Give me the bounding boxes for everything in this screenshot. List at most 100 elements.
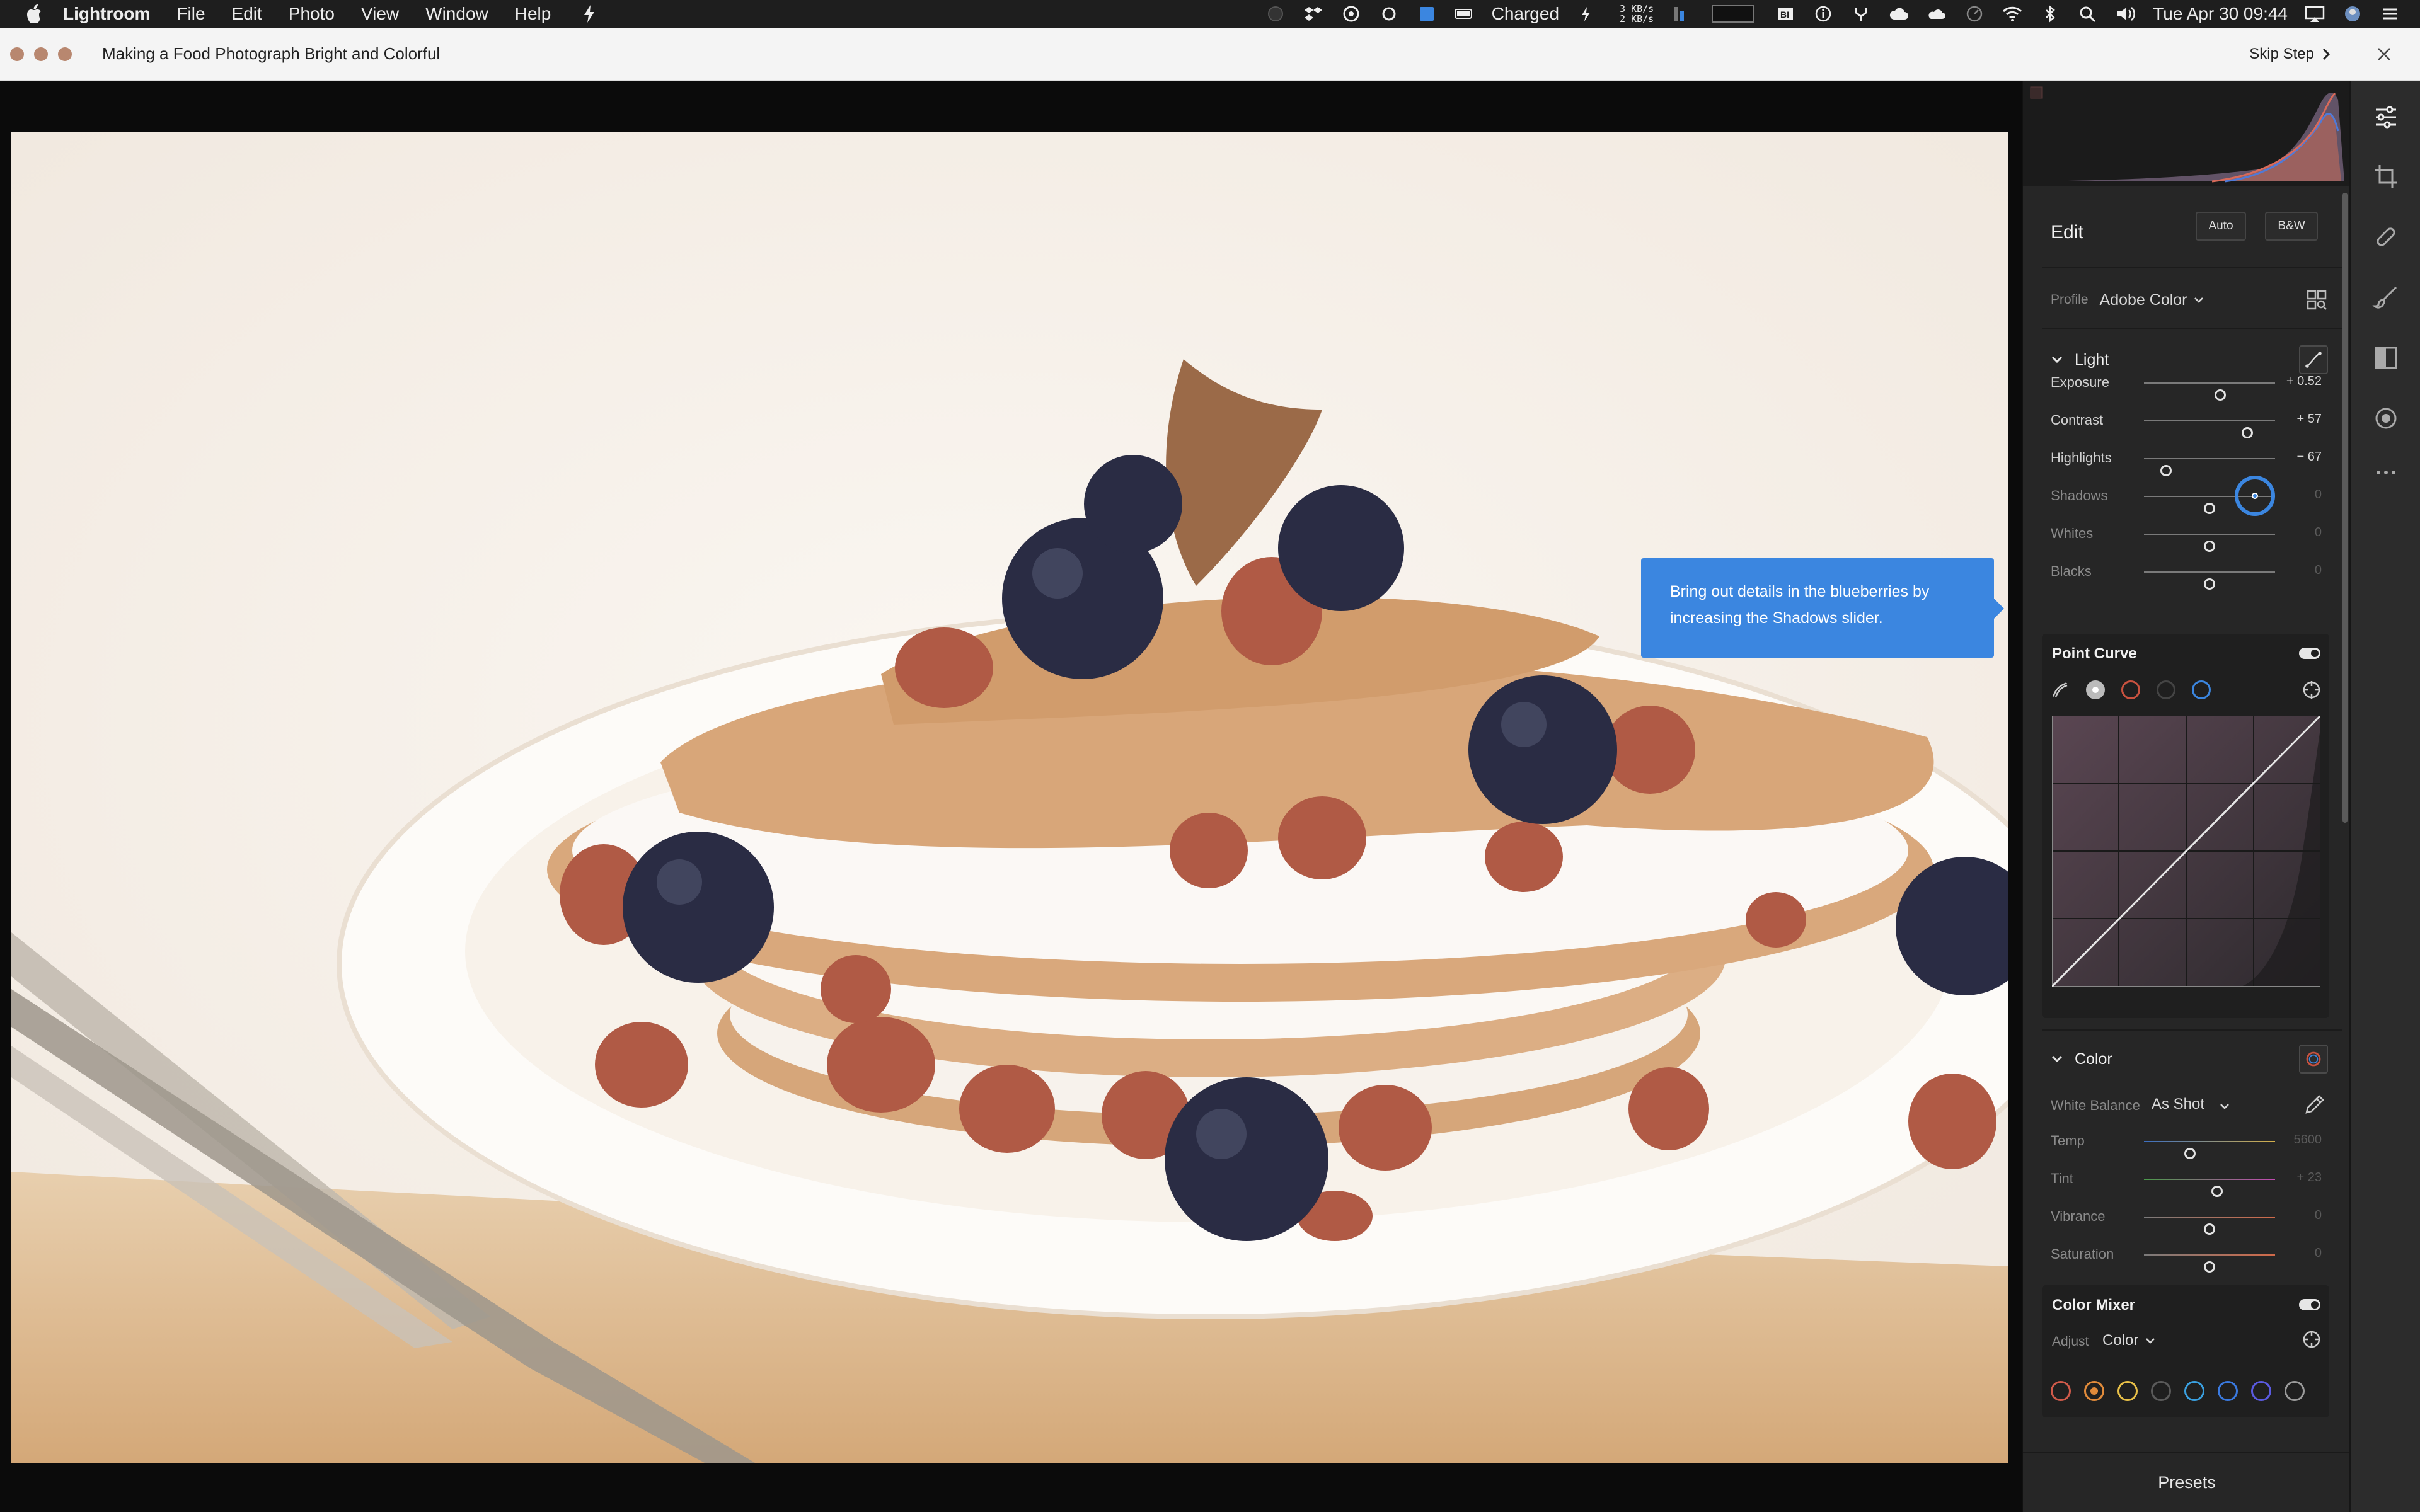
healing-tool[interactable] (2372, 223, 2400, 251)
slider-value[interactable]: 0 (2271, 525, 2322, 540)
slider-track[interactable] (2144, 1141, 2275, 1159)
linear-gradient-tool[interactable] (2372, 344, 2400, 372)
slider-knob[interactable] (2160, 465, 2172, 476)
color-section-header[interactable]: Color (2051, 1043, 2328, 1075)
point-curve-toggle[interactable] (2299, 648, 2320, 659)
food-photo[interactable] (11, 132, 2008, 1463)
battery-icon[interactable] (1454, 4, 1475, 23)
wifi-icon[interactable] (2002, 4, 2023, 23)
color-swatch[interactable] (2051, 1381, 2071, 1401)
slider-track[interactable] (2144, 382, 2275, 401)
panel-scrollbar[interactable] (2341, 186, 2349, 1383)
chevron-down-icon[interactable] (2220, 1102, 2230, 1110)
notification-center-icon[interactable] (2380, 4, 2401, 23)
search-icon[interactable] (2077, 4, 2099, 23)
highlights-slider[interactable]: Highlights − 67 (2051, 446, 2328, 476)
menu-photo[interactable]: Photo (289, 4, 335, 24)
chevron-down-icon[interactable] (2194, 296, 2204, 304)
edit-tool[interactable] (2372, 103, 2400, 131)
menu-app-name[interactable]: Lightroom (63, 4, 150, 24)
radial-gradient-tool[interactable] (2372, 404, 2400, 432)
point-curve-graph[interactable] (2051, 714, 2322, 988)
creative-cloud-icon[interactable] (1340, 4, 1362, 23)
saturation-slider[interactable]: Saturation 0 (2051, 1242, 2328, 1273)
record-icon[interactable] (1265, 4, 1286, 23)
slider-value[interactable]: + 23 (2271, 1171, 2322, 1185)
airplay-icon[interactable] (2304, 4, 2325, 23)
green-channel-button[interactable] (2157, 680, 2175, 699)
slider-knob[interactable] (2204, 1261, 2215, 1273)
window-zoom-dot[interactable] (58, 47, 72, 61)
adjust-dropdown[interactable]: Color (2102, 1332, 2138, 1349)
slider-track[interactable] (2144, 534, 2275, 552)
volume-icon[interactable] (2115, 4, 2136, 23)
tint-slider[interactable]: Tint + 23 (2051, 1167, 2328, 1197)
crop-tool[interactable] (2372, 163, 2400, 190)
window-minimize-dot[interactable] (34, 47, 48, 61)
slider-value[interactable]: 0 (2271, 563, 2322, 578)
blue-channel-button[interactable] (2192, 680, 2211, 699)
color-grading-button[interactable] (2299, 1045, 2328, 1074)
sync-icon[interactable] (1378, 4, 1400, 23)
menu-window[interactable]: Window (425, 4, 488, 24)
color-mixer-toggle[interactable] (2299, 1299, 2320, 1310)
gauge-icon[interactable] (1964, 4, 1985, 23)
battery-status[interactable]: Charged (1492, 4, 1559, 24)
shadows-slider[interactable]: Shadows 0 (2051, 476, 2328, 516)
profile-browser-icon[interactable] (2305, 289, 2328, 311)
eyedropper-icon[interactable] (2304, 1094, 2325, 1115)
color-swatch[interactable] (2218, 1381, 2238, 1401)
slider-track[interactable] (2144, 1254, 2275, 1273)
photo-canvas[interactable]: Bring out details in the blueberries by … (0, 81, 2022, 1512)
color-swatch[interactable] (2151, 1381, 2171, 1401)
user-avatar-icon[interactable] (2342, 4, 2363, 23)
slider-knob[interactable] (2184, 1148, 2196, 1159)
temp-slider[interactable]: Temp 5600 (2051, 1129, 2328, 1159)
profile-dropdown[interactable]: Adobe Color (2100, 291, 2187, 309)
dropbox-icon[interactable] (1303, 4, 1324, 23)
slider-knob[interactable] (2204, 503, 2215, 514)
slider-value[interactable]: − 67 (2271, 450, 2322, 464)
contrast-slider[interactable]: Contrast + 57 (2051, 408, 2328, 438)
menu-file[interactable]: File (176, 4, 205, 24)
slider-knob[interactable] (2211, 1186, 2223, 1197)
network-monitor[interactable]: 3 KB/s 2 KB/s (1620, 4, 1654, 24)
slider-track[interactable] (2144, 476, 2275, 516)
brush-tool[interactable] (2372, 284, 2400, 311)
parametric-curve-icon[interactable] (2051, 680, 2070, 699)
menu-view[interactable]: View (361, 4, 399, 24)
slider-knob[interactable] (2204, 1223, 2215, 1235)
rgb-channel-button[interactable] (2086, 680, 2105, 699)
white-balance-dropdown[interactable]: As Shot (2152, 1096, 2204, 1113)
blacks-slider[interactable]: Blacks 0 (2051, 559, 2328, 590)
skip-step-button[interactable]: Skip Step (2249, 45, 2331, 63)
bw-button[interactable]: B&W (2265, 212, 2318, 241)
info-icon[interactable] (1812, 4, 1834, 23)
slider-knob[interactable] (2242, 427, 2254, 438)
clock[interactable]: Tue Apr 30 09:44 (2153, 4, 2288, 24)
more-tools[interactable] (2372, 459, 2400, 486)
chevron-down-icon[interactable] (2145, 1337, 2155, 1344)
slider-track[interactable] (2144, 1217, 2275, 1235)
bluetooth-icon[interactable] (2039, 4, 2061, 23)
slider-track[interactable] (2144, 458, 2275, 476)
window-close-dot[interactable] (10, 47, 24, 61)
disk-meter-icon[interactable] (1670, 4, 1691, 23)
slider-value[interactable]: + 0.52 (2271, 374, 2322, 389)
bi-icon[interactable]: BI (1775, 4, 1796, 23)
weather-icon[interactable] (1926, 4, 1947, 23)
bolt-icon[interactable] (582, 4, 596, 23)
presets-button[interactable]: Presets (2023, 1452, 2349, 1512)
slider-knob[interactable] (2214, 389, 2226, 401)
histogram[interactable] (2023, 81, 2349, 186)
slider-track[interactable] (2144, 571, 2275, 590)
slider-track[interactable] (2144, 1179, 2275, 1197)
red-channel-button[interactable] (2121, 680, 2140, 699)
slider-value[interactable]: 5600 (2271, 1133, 2322, 1147)
cpu-graph-icon[interactable] (1708, 4, 1758, 23)
cloud-upload-icon[interactable] (1888, 4, 1910, 23)
close-icon[interactable] (2376, 46, 2392, 62)
slider-knob[interactable] (2204, 578, 2215, 590)
slider-value[interactable]: 0 (2271, 1246, 2322, 1261)
scrollbar-thumb[interactable] (2342, 193, 2348, 823)
